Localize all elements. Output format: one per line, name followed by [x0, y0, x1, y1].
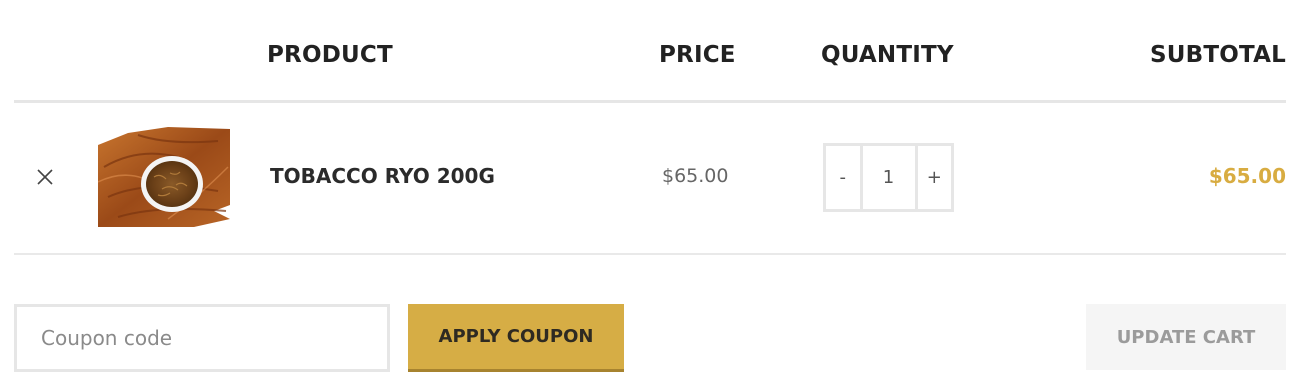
header-subtotal: SUBTOTAL — [1150, 42, 1286, 68]
quantity-decrement-button[interactable]: - — [826, 146, 860, 209]
apply-coupon-button[interactable]: APPLY COUPON — [408, 304, 624, 372]
product-thumbnail[interactable] — [98, 127, 230, 227]
quantity-stepper: - + — [823, 143, 954, 212]
row-divider — [14, 253, 1286, 255]
update-cart-button[interactable]: UPDATE CART — [1086, 304, 1286, 370]
header-quantity: QUANTITY — [821, 42, 954, 68]
product-price: $65.00 — [662, 165, 729, 187]
header-divider — [14, 100, 1286, 103]
product-subtotal: $65.00 — [1208, 164, 1286, 188]
header-product: PRODUCT — [267, 42, 393, 68]
close-icon[interactable] — [33, 165, 57, 189]
quantity-input[interactable] — [859, 146, 918, 209]
quantity-increment-button[interactable]: + — [918, 146, 952, 209]
header-price: PRICE — [659, 42, 736, 68]
coupon-code-input[interactable] — [14, 304, 390, 372]
product-name-link[interactable]: TOBACCO RYO 200G — [270, 164, 495, 188]
